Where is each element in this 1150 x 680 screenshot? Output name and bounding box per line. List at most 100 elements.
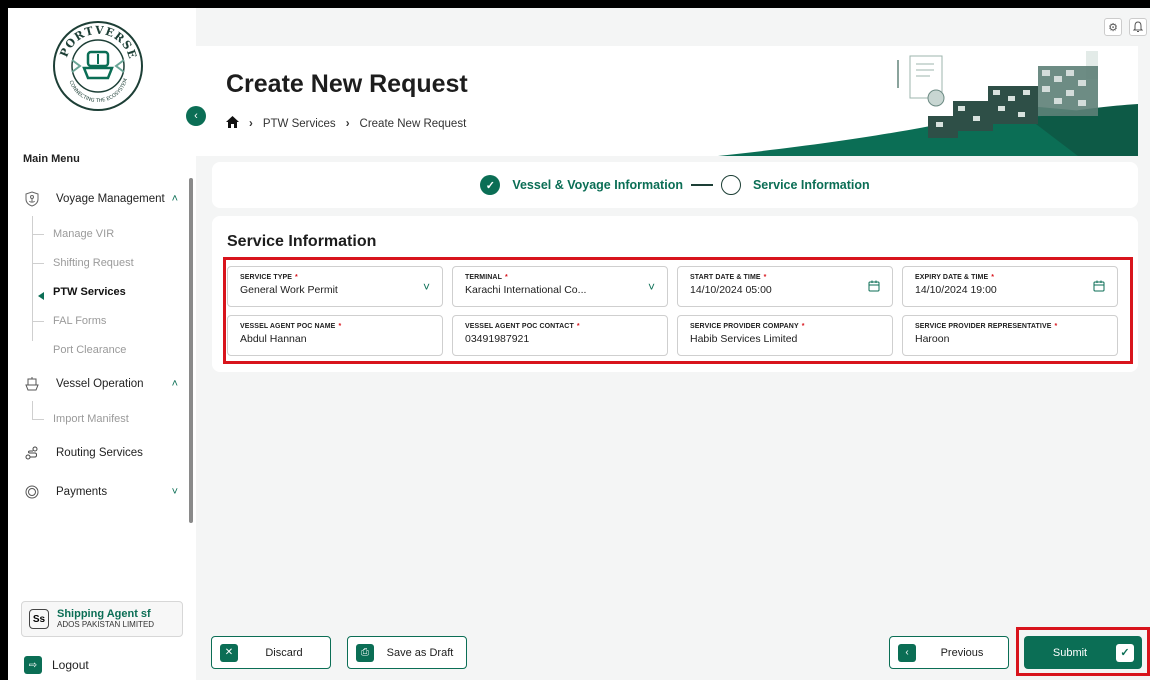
sidebar-subitem-shifting-request[interactable]: Shifting Request bbox=[53, 257, 134, 269]
step-label: Service Information bbox=[752, 178, 870, 192]
field-value: Abdul Hannan bbox=[240, 333, 307, 345]
sidebar-subitem-manage-vir[interactable]: Manage VIR bbox=[53, 228, 114, 240]
sidebar-item-vessel-operation[interactable]: Vessel Operation ˄ bbox=[18, 370, 186, 398]
tree-tick bbox=[32, 263, 44, 264]
step-connector bbox=[690, 184, 713, 186]
empty-circle-icon bbox=[720, 175, 741, 195]
gear-icon: ⚙ bbox=[1108, 21, 1118, 34]
sidebar-item-label: Routing Services bbox=[56, 447, 143, 459]
step-service-information[interactable]: Service Information bbox=[720, 175, 870, 195]
field-value: Haroon bbox=[915, 333, 950, 345]
portverse-logo: PORTVERSE CONNECTING THE ECOSYSTEM bbox=[52, 20, 144, 112]
section-title: Service Information bbox=[227, 233, 377, 250]
close-icon: ✕ bbox=[220, 643, 238, 662]
sidebar: PORTVERSE CONNECTING THE ECOSYSTEM Main … bbox=[8, 8, 196, 680]
calendar-icon[interactable] bbox=[1093, 280, 1105, 295]
sidebar-subitem-port-clearance[interactable]: Port Clearance bbox=[53, 344, 126, 356]
field-value: General Work Permit bbox=[240, 284, 338, 296]
logout-button[interactable]: ⇨ Logout bbox=[24, 656, 89, 674]
button-label: Discard bbox=[265, 646, 303, 659]
user-name: Shipping Agent sf bbox=[57, 608, 151, 620]
route-icon bbox=[22, 443, 42, 463]
chevron-down-icon: ˅ bbox=[422, 280, 430, 294]
ship-icon bbox=[22, 374, 42, 394]
field-label: TERMINAL bbox=[465, 274, 502, 281]
bell-icon bbox=[1133, 21, 1143, 32]
field-value: Karachi International Co... bbox=[465, 284, 587, 296]
sidebar-subitem-ptw-services[interactable]: PTW Services bbox=[53, 286, 126, 298]
chevron-down-icon: ˅ bbox=[647, 280, 655, 294]
logout-label: Logout bbox=[52, 658, 89, 672]
main-menu-title: Main Menu bbox=[23, 153, 80, 165]
button-label: Save as Draft bbox=[386, 646, 454, 659]
sidebar-item-payments[interactable]: Payments ˅ bbox=[18, 478, 186, 506]
button-label: Submit bbox=[1052, 646, 1088, 659]
home-icon[interactable] bbox=[226, 116, 239, 131]
check-circle-icon: ✓ bbox=[480, 175, 501, 195]
sidebar-collapse-button[interactable]: ‹ bbox=[186, 106, 206, 126]
logout-icon: ⇨ bbox=[24, 656, 42, 674]
breadcrumb: › PTW Services › Create New Request bbox=[226, 116, 466, 131]
notifications-button[interactable] bbox=[1129, 18, 1147, 36]
expiry-date-time-field[interactable]: EXPIRY DATE & TIME * 14/10/2024 19:00 bbox=[902, 266, 1118, 307]
vessel-agent-poc-contact-field[interactable]: VESSEL AGENT POC CONTACT * 03491987921 bbox=[452, 315, 668, 356]
field-value: 14/10/2024 19:00 bbox=[915, 284, 997, 296]
cargo-ship-illustration bbox=[718, 51, 1138, 156]
user-organization: ADOS PAKISTAN LIMITED bbox=[57, 620, 155, 629]
chevron-right-icon: › bbox=[345, 117, 350, 130]
chevron-up-icon: ˄ bbox=[171, 193, 178, 205]
chevron-left-icon: ‹ bbox=[898, 643, 916, 662]
field-value: 14/10/2024 05:00 bbox=[690, 284, 772, 296]
field-label: VESSEL AGENT POC CONTACT bbox=[465, 323, 574, 330]
save-icon: ⎙ bbox=[356, 643, 374, 662]
sidebar-item-voyage-management[interactable]: Voyage Management ˄ bbox=[18, 185, 186, 213]
terminal-select[interactable]: TERMINAL * Karachi International Co... ˅ bbox=[452, 266, 668, 307]
tree-tick bbox=[32, 234, 44, 235]
field-label: SERVICE PROVIDER REPRESENTATIVE bbox=[915, 323, 1052, 330]
service-type-select[interactable]: SERVICE TYPE * General Work Permit ˅ bbox=[227, 266, 443, 307]
start-date-time-field[interactable]: START DATE & TIME * 14/10/2024 05:00 bbox=[677, 266, 893, 307]
chevron-left-icon: ‹ bbox=[194, 110, 198, 122]
tree-tick bbox=[32, 419, 44, 420]
sidebar-subitem-import-manifest[interactable]: Import Manifest bbox=[53, 413, 129, 425]
save-draft-button[interactable]: ⎙ Save as Draft bbox=[347, 636, 467, 669]
submit-button[interactable]: Submit ✓ bbox=[1024, 636, 1142, 669]
calendar-icon[interactable] bbox=[868, 280, 880, 295]
discard-button[interactable]: ✕ Discard bbox=[211, 636, 331, 669]
service-information-card: Service Information SERVICE TYPE * Genera… bbox=[212, 216, 1138, 372]
previous-button[interactable]: ‹ Previous bbox=[889, 636, 1009, 669]
user-card[interactable]: Ss Shipping Agent sf ADOS PAKISTAN LIMIT… bbox=[21, 601, 183, 637]
avatar: Ss bbox=[29, 609, 49, 629]
check-icon: ✓ bbox=[1116, 643, 1134, 662]
settings-button[interactable]: ⚙ bbox=[1104, 18, 1122, 36]
tree-tick bbox=[32, 321, 44, 322]
anchor-badge-icon bbox=[22, 189, 42, 209]
sidebar-item-routing-services[interactable]: Routing Services bbox=[18, 439, 186, 467]
sidebar-item-label: Vessel Operation bbox=[56, 378, 144, 390]
sidebar-scrollbar[interactable] bbox=[189, 178, 193, 523]
chevron-down-icon: ˅ bbox=[171, 486, 178, 498]
sidebar-item-label: Voyage Management bbox=[56, 193, 165, 205]
button-label: Previous bbox=[940, 646, 984, 659]
breadcrumb-item-current: Create New Request bbox=[359, 117, 467, 130]
app-frame: PORTVERSE CONNECTING THE ECOSYSTEM Main … bbox=[8, 8, 1150, 680]
field-label: SERVICE TYPE bbox=[240, 274, 293, 281]
tree-line bbox=[32, 401, 33, 419]
field-value: Habib Services Limited bbox=[690, 333, 798, 345]
breadcrumb-item-ptw-services[interactable]: PTW Services bbox=[263, 118, 336, 130]
chevron-right-icon: › bbox=[249, 117, 253, 130]
step-vessel-voyage[interactable]: ✓ Vessel & Voyage Information bbox=[480, 175, 683, 195]
field-value: 03491987921 bbox=[465, 333, 530, 345]
service-provider-company-field[interactable]: SERVICE PROVIDER COMPANY * Habib Services… bbox=[677, 315, 893, 356]
chevron-up-icon: ˄ bbox=[171, 378, 178, 390]
sidebar-item-label: Payments bbox=[56, 486, 108, 498]
sidebar-subitem-fal-forms[interactable]: FAL Forms bbox=[53, 315, 106, 327]
page-title: Create New Request bbox=[226, 70, 468, 98]
vessel-agent-poc-name-field[interactable]: VESSEL AGENT POC NAME * Abdul Hannan bbox=[227, 315, 443, 356]
field-label: EXPIRY DATE & TIME bbox=[915, 274, 989, 281]
progress-stepper: ✓ Vessel & Voyage Information Service In… bbox=[212, 162, 1138, 208]
coin-icon bbox=[22, 482, 42, 502]
field-label: SERVICE PROVIDER COMPANY bbox=[690, 323, 799, 330]
step-label: Vessel & Voyage Information bbox=[512, 178, 683, 192]
service-provider-representative-field[interactable]: SERVICE PROVIDER REPRESENTATIVE * Haroon bbox=[902, 315, 1118, 356]
